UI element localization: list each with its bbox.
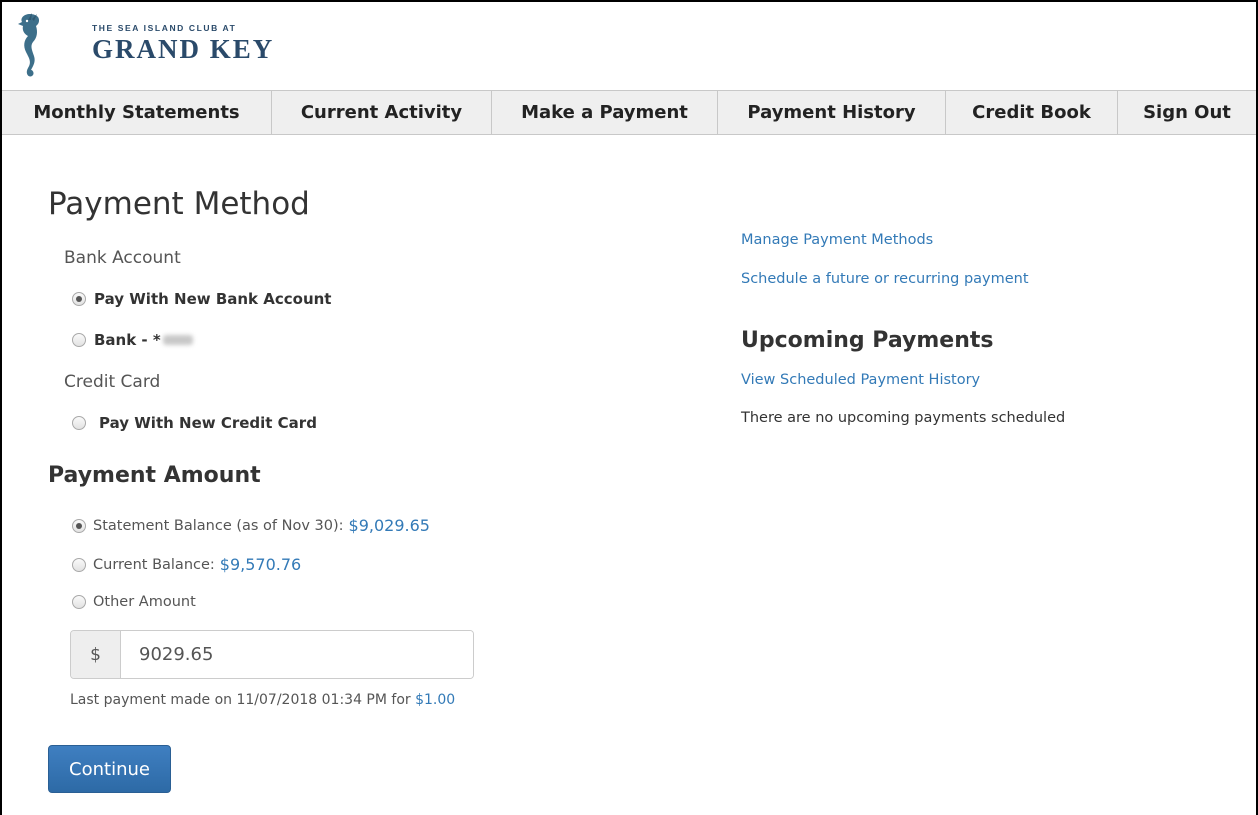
site-header: THE SEA ISLAND CLUB AT GRAND KEY [2,2,1256,90]
seahorse-icon [18,13,40,77]
continue-button[interactable]: Continue [48,745,171,793]
radio-label: Statement Balance (as of Nov 30): [93,517,344,534]
current-balance-amount: $9,570.76 [219,555,302,574]
radio-button[interactable] [72,595,86,609]
nav-payment-history[interactable]: Payment History [718,91,946,134]
radio-button[interactable] [72,518,86,533]
statement-balance-amount: $9,029.65 [348,516,430,535]
radio-button[interactable] [72,557,86,572]
last-payment-note: Last payment made on 11/07/2018 01:34 PM… [70,692,455,708]
scheduled-history-link[interactable]: View Scheduled Payment History [741,372,980,388]
radio-saved-bank[interactable]: Bank - * [72,331,193,349]
logo-tagline: THE SEA ISLAND CLUB AT [92,23,237,33]
nav-credit-book[interactable]: Credit Book [946,91,1118,134]
radio-label: Bank - * [94,331,161,349]
no-upcoming-text: There are no upcoming payments scheduled [741,410,1066,426]
nav-make-a-payment[interactable]: Make a Payment [492,91,718,134]
radio-label: Other Amount [93,594,196,610]
radio-new-credit-card[interactable]: Pay With New Credit Card [72,414,317,432]
currency-addon: $ [71,631,121,678]
nav-monthly-statements[interactable]: Monthly Statements [2,91,272,134]
last-payment-amount: $1.00 [415,692,456,708]
radio-current-balance[interactable]: Current Balance: $9,570.76 [72,555,301,574]
radio-statement-balance[interactable]: Statement Balance (as of Nov 30): $9,029… [72,516,430,535]
radio-new-bank-account[interactable]: Pay With New Bank Account [72,290,331,308]
logo-name: GRAND KEY [92,34,275,64]
schedule-payment-link[interactable]: Schedule a future or recurring payment [741,271,1029,287]
upcoming-payments-title: Upcoming Payments [741,328,994,353]
nav-current-activity[interactable]: Current Activity [272,91,492,134]
radio-button[interactable] [72,333,86,347]
redacted-account-number [162,335,193,345]
radio-other-amount[interactable]: Other Amount [72,594,196,610]
bank-account-heading: Bank Account [64,248,181,268]
radio-label: Pay With New Credit Card [99,414,317,432]
manage-payment-methods-link[interactable]: Manage Payment Methods [741,232,933,248]
main-nav: Monthly Statements Current Activity Make… [2,90,1256,135]
credit-card-heading: Credit Card [64,372,161,392]
radio-button[interactable] [72,292,86,306]
amount-input-group: $ [70,630,474,679]
radio-label: Current Balance: [93,556,215,573]
payment-amount-title: Payment Amount [48,463,261,488]
nav-sign-out[interactable]: Sign Out [1118,91,1256,134]
amount-input[interactable] [121,631,473,678]
payment-method-title: Payment Method [48,186,310,222]
radio-label: Pay With New Bank Account [94,290,332,308]
last-payment-text: Last payment made on 11/07/2018 01:34 PM… [70,692,411,708]
club-logo[interactable]: THE SEA ISLAND CLUB AT GRAND KEY [14,10,314,82]
radio-button[interactable] [72,416,86,430]
